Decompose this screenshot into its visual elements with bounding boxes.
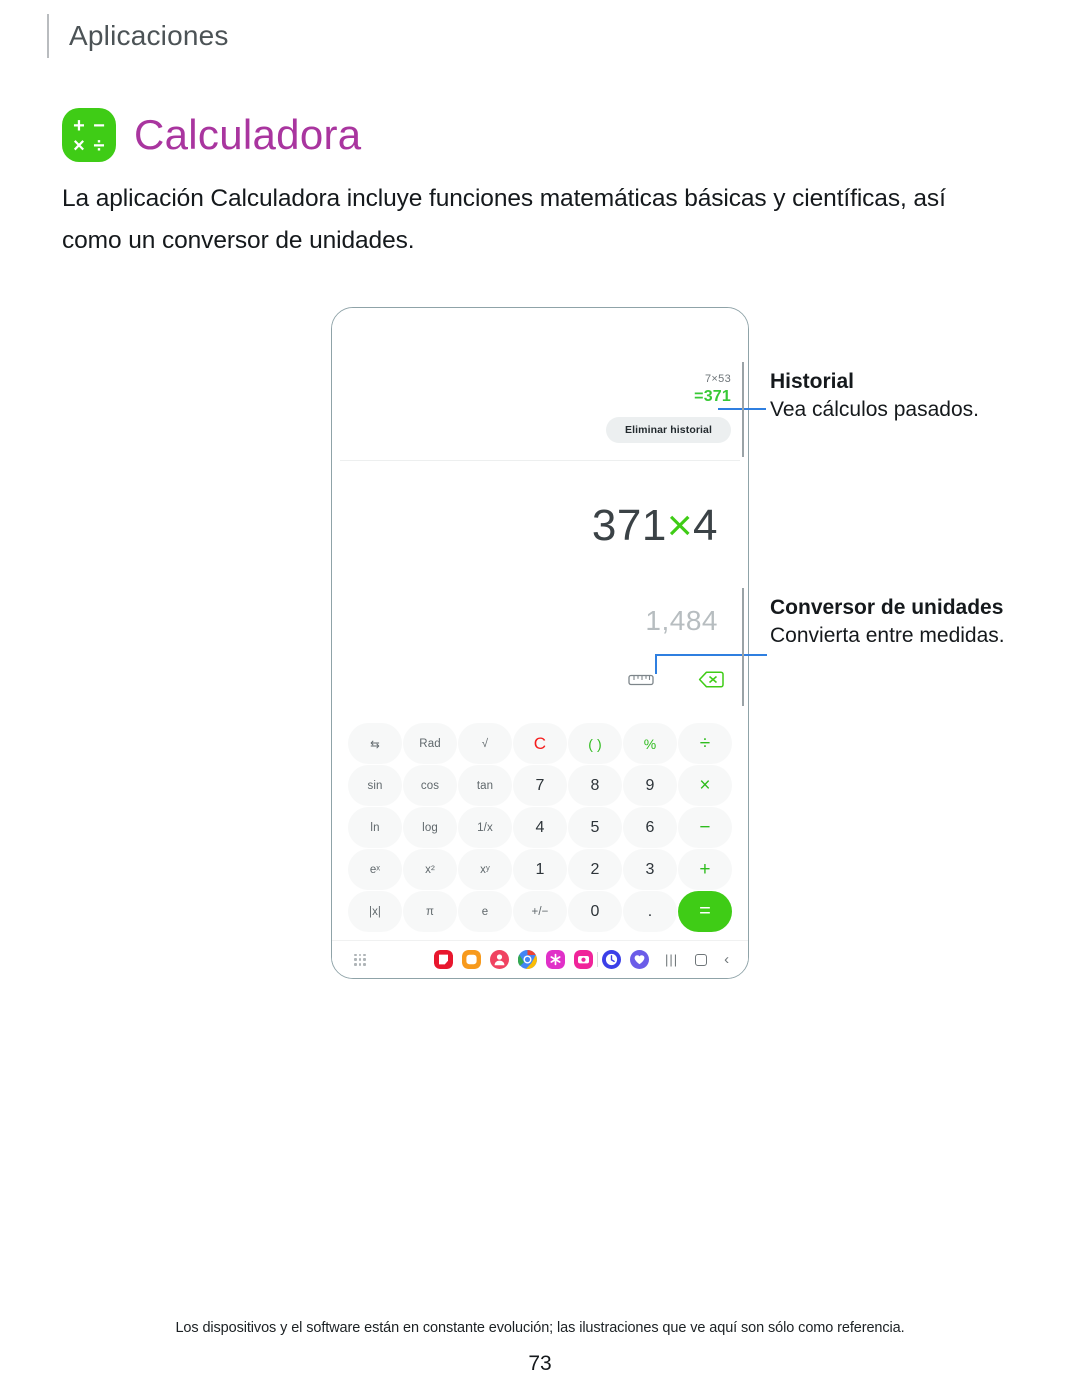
backspace-icon[interactable]: [698, 670, 724, 689]
equals-key[interactable]: =: [678, 891, 732, 932]
seven-key[interactable]: 7: [513, 765, 567, 806]
expression-operand-left: 371: [591, 501, 667, 550]
current-result: 1,484: [645, 605, 718, 636]
four-key[interactable]: 4: [513, 807, 567, 848]
page-number: 73: [528, 1352, 552, 1375]
minus-key[interactable]: −: [678, 807, 732, 848]
converter-leader-line-h: [655, 654, 767, 656]
recents-button[interactable]: |||: [665, 952, 678, 967]
apps-grid-icon[interactable]: [354, 953, 366, 966]
taskbar-chrome-icon[interactable]: [518, 950, 537, 969]
plus-key[interactable]: +: [678, 849, 732, 890]
intro-paragraph: La aplicación Calculadora incluye funcio…: [62, 185, 946, 254]
history-expression: 7×53: [705, 373, 731, 385]
sin-key[interactable]: sin: [348, 765, 402, 806]
reciprocal-key[interactable]: 1/x: [458, 807, 512, 848]
history-callout: Historial Vea cálculos pasados.: [770, 368, 1000, 424]
converter-callout-body: Convierta entre medidas.: [770, 624, 1005, 647]
page-title: Calculadora: [134, 111, 362, 158]
calculator-keypad: ⇆ Rad √ C( )% ÷ sin cos tan 7 8 9 × ln log 1/x 4 5 6− eˣ x²…: [348, 723, 732, 932]
divide-glyph: ÷: [93, 135, 105, 157]
tan-key[interactable]: tan: [458, 765, 512, 806]
unit-converter-icon[interactable]: [628, 673, 654, 687]
home-button[interactable]: [695, 953, 708, 966]
app-title-row: + − × ÷ Calculadora: [62, 108, 361, 162]
plus-glyph: +: [73, 115, 85, 137]
ln-key[interactable]: ln: [348, 807, 402, 848]
expression-operator: ×: [666, 501, 694, 550]
taskbar-app-icons: [434, 950, 593, 969]
percent-key[interactable]: %: [623, 723, 677, 764]
decimal-key[interactable]: .: [623, 891, 677, 932]
system-taskbar: ||| ‹: [332, 940, 748, 978]
converter-callout-heading: Conversor de unidades: [770, 596, 1004, 619]
taskbar-pinned-icons: [602, 950, 649, 969]
swap-key[interactable]: ⇆: [348, 723, 402, 764]
history-callout-rule: [742, 362, 744, 457]
times-glyph: ×: [73, 135, 85, 157]
six-key[interactable]: 6: [623, 807, 677, 848]
sign-key[interactable]: +/−: [513, 891, 567, 932]
taskbar-app-icon[interactable]: [630, 950, 649, 969]
footer-disclaimer: Los dispositivos y el software están en …: [175, 1320, 905, 1336]
taskbar-app-icon[interactable]: [462, 950, 481, 969]
history-callout-body: Vea cálculos pasados.: [770, 398, 979, 421]
page-root: Aplicaciones + − × ÷ Calculadora La apli…: [0, 0, 1080, 1397]
nine-key[interactable]: 9: [623, 765, 677, 806]
five-key[interactable]: 5: [568, 807, 622, 848]
clear-history-button[interactable]: Eliminar historial: [606, 417, 731, 443]
converter-leader-line-v: [655, 654, 657, 674]
breadcrumb-rule: [47, 14, 49, 58]
calculator-icon: + − × ÷: [62, 108, 116, 162]
tablet-device-mock: 7×53 =371 Eliminar historial 371×4 1,484: [331, 307, 749, 979]
taskbar-app-icon[interactable]: [602, 950, 621, 969]
three-key[interactable]: 3: [623, 849, 677, 890]
zero-key[interactable]: 0: [568, 891, 622, 932]
expression-operand-right: 4: [693, 501, 718, 550]
square-key[interactable]: x²: [403, 849, 457, 890]
history-divider: [340, 460, 740, 461]
converter-callout: Conversor de unidades Convierta entre me…: [770, 594, 1005, 650]
history-result: =371: [694, 388, 731, 405]
two-key[interactable]: 2: [568, 849, 622, 890]
converter-callout-rule: [742, 588, 744, 706]
taskbar-divider: [597, 952, 598, 967]
sqrt-key[interactable]: √: [458, 723, 512, 764]
breadcrumb: Aplicaciones: [47, 14, 229, 58]
e-key[interactable]: e: [458, 891, 512, 932]
power-key[interactable]: xʸ: [458, 849, 512, 890]
clear-key[interactable]: C: [513, 723, 567, 764]
log-key[interactable]: log: [403, 807, 457, 848]
calculator-screen: 7×53 =371 Eliminar historial 371×4 1,484: [332, 308, 748, 978]
cos-key[interactable]: cos: [403, 765, 457, 806]
tools-row: [628, 670, 724, 689]
taskbar-app-icon[interactable]: [574, 950, 593, 969]
breadcrumb-label: Aplicaciones: [69, 20, 229, 51]
multiply-key[interactable]: ×: [678, 765, 732, 806]
history-panel: 7×53 =371 Eliminar historial: [491, 373, 731, 443]
history-callout-heading: Historial: [770, 370, 855, 393]
minus-glyph: −: [93, 115, 105, 137]
abs-key[interactable]: |x|: [348, 891, 402, 932]
eight-key[interactable]: 8: [568, 765, 622, 806]
back-button[interactable]: ‹: [724, 951, 729, 968]
taskbar-app-icon[interactable]: [434, 950, 453, 969]
taskbar-app-icon[interactable]: [546, 950, 565, 969]
divide-key[interactable]: ÷: [678, 723, 732, 764]
navigation-buttons: ||| ‹: [665, 951, 729, 968]
taskbar-app-icon[interactable]: [490, 950, 509, 969]
one-key[interactable]: 1: [513, 849, 567, 890]
current-expression: 371×4: [592, 501, 718, 551]
exp-key[interactable]: eˣ: [348, 849, 402, 890]
rad-key[interactable]: Rad: [403, 723, 457, 764]
pi-key[interactable]: π: [403, 891, 457, 932]
parentheses-key[interactable]: ( ): [568, 723, 622, 764]
